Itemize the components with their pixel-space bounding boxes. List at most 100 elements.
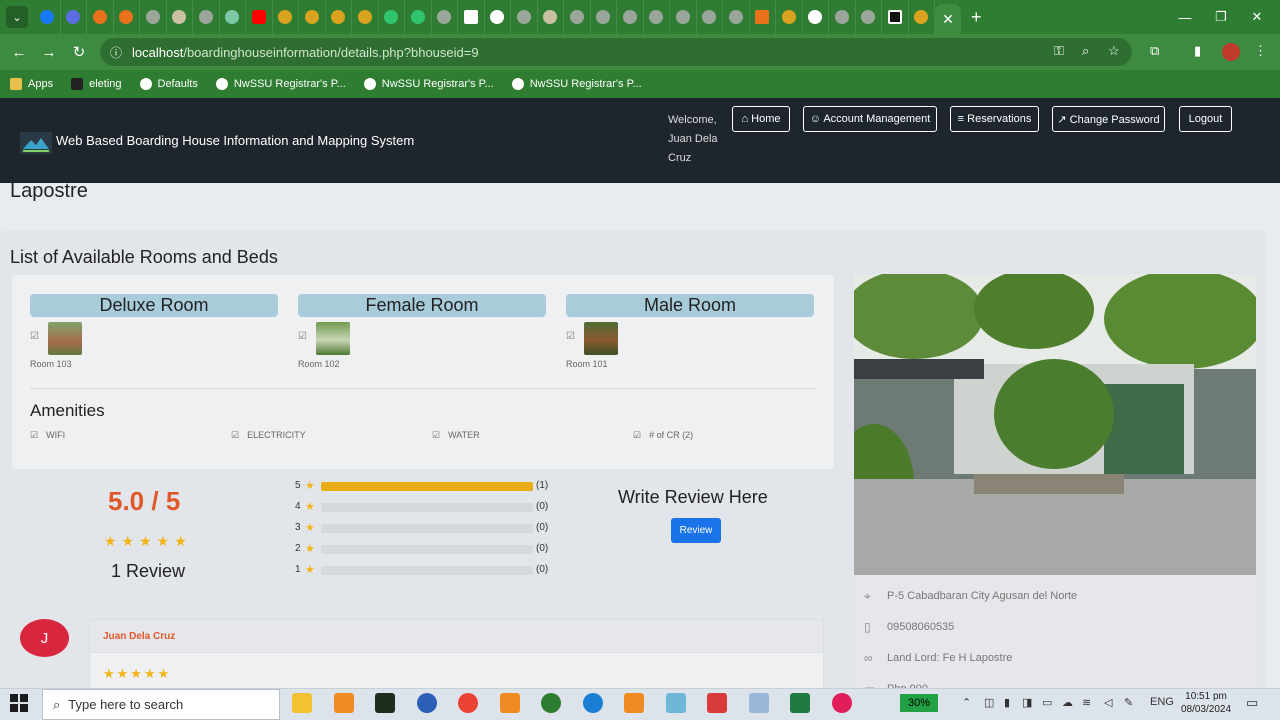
url-input[interactable]: ⓘ localhost/boardinghouseinformation/det… [100,38,1132,66]
bookmark-nwssu-2[interactable]: NwSSU Registrar's P... [363,78,494,90]
tab[interactable] [193,0,220,34]
tab[interactable] [405,0,432,34]
edge-icon[interactable] [583,693,603,713]
app-icon[interactable] [707,693,727,713]
tab-google[interactable] [803,0,829,34]
password-key-icon[interactable]: ⚿ [1054,43,1064,59]
tab[interactable] [432,0,458,34]
tab[interactable] [829,0,856,34]
tab[interactable] [776,0,803,34]
tab[interactable] [326,0,352,34]
taskbar-search-input[interactable]: ⌕ Type here to search [42,689,280,720]
side-panel-icon[interactable]: ▮ [1194,43,1201,59]
app-icon[interactable] [749,693,769,713]
change-password-button[interactable]: ↗ Change Password [1052,106,1165,132]
tab[interactable] [379,0,405,34]
tab[interactable] [591,0,617,34]
bookmark-apps[interactable]: Apps [10,78,53,90]
menu-icon[interactable]: ⋮ [1254,43,1267,59]
tab[interactable] [882,0,909,34]
battery-indicator[interactable]: 30% [900,694,938,712]
chrome-active-icon[interactable] [541,693,561,713]
close-window-icon[interactable]: ✕ [1234,0,1280,34]
tab[interactable] [61,0,87,34]
review-button[interactable]: Review [671,518,721,543]
tab[interactable] [617,0,644,34]
bookmark-eleting[interactable]: eleting [71,78,122,90]
extensions-icon[interactable]: ⧉ [1150,43,1159,59]
site-title[interactable]: Web Based Boarding House Information and… [56,133,414,148]
chrome-icon[interactable] [458,693,478,713]
logout-button[interactable]: Logout [1179,106,1232,132]
volume-icon[interactable]: ◁ [1104,696,1112,709]
tab[interactable] [750,0,776,34]
tab[interactable] [511,0,538,34]
sublime-icon[interactable] [500,693,520,713]
wifi-icon[interactable]: ≋ [1082,696,1091,709]
xampp-icon[interactable] [624,693,644,713]
checkbox-icon[interactable]: ☑ [30,331,39,342]
tab-facebook[interactable] [34,0,61,34]
tray-chevron-icon[interactable]: ⌃ [962,696,971,709]
tab[interactable] [458,0,485,34]
active-tab-close-icon[interactable]: ✕ [935,4,961,34]
forward-icon[interactable]: → [34,44,64,61]
pycharm-icon[interactable] [375,693,395,713]
room-thumbnail[interactable] [584,322,618,355]
site-info-icon[interactable]: ⓘ [110,44,122,61]
checkbox-icon[interactable]: ☑ [298,331,307,342]
back-icon[interactable]: ← [4,44,34,61]
tab[interactable] [909,0,935,34]
house-address: P-5 Cabadbaran City Agusan del Norte [887,590,1078,602]
tab[interactable] [87,0,114,34]
site-logo-icon[interactable] [20,132,52,154]
account-management-button[interactable]: ☺ Account Management [803,106,937,132]
tab[interactable] [723,0,750,34]
zoom-icon[interactable]: ⌕ [1082,43,1089,59]
profile-avatar[interactable] [1222,43,1240,61]
bookmark-nwssu-1[interactable]: NwSSU Registrar's P... [215,78,346,90]
tab[interactable] [114,0,140,34]
pen-icon[interactable]: ✎ [1124,696,1133,709]
tab[interactable] [697,0,723,34]
reload-icon[interactable]: ↻ [64,43,94,61]
tab[interactable] [670,0,697,34]
tab[interactable] [273,0,299,34]
tab[interactable] [352,0,379,34]
excel-icon[interactable] [790,693,810,713]
tab[interactable] [538,0,564,34]
windows-start-icon[interactable] [10,694,28,712]
home-button[interactable]: ⌂ Home [732,106,790,132]
bookmark-star-icon[interactable]: ☆ [1108,43,1120,59]
room-thumbnail[interactable] [48,322,82,355]
slack-icon[interactable] [832,693,852,713]
tab-google[interactable] [485,0,511,34]
microphone-icon[interactable]: ▮ [1004,696,1010,709]
xampp-icon[interactable] [334,693,354,713]
tab[interactable] [167,0,193,34]
tab-search-icon[interactable]: ⌄ [6,6,28,28]
tab[interactable] [220,0,246,34]
cloud-icon[interactable]: ☁ [1062,696,1073,709]
tray-icon[interactable]: ▭ [1042,696,1052,709]
tab[interactable] [856,0,882,34]
tab-youtube[interactable] [246,0,273,34]
notifications-icon[interactable]: ▭ [1246,695,1258,711]
app-icon[interactable] [666,693,686,713]
file-explorer-icon[interactable] [292,693,312,713]
language-indicator[interactable]: ENG [1150,696,1174,708]
tray-icon[interactable]: ◨ [1022,696,1032,709]
bookmark-defaults[interactable]: Defaults [139,78,198,90]
room-thumbnail[interactable] [316,322,350,355]
tab[interactable] [564,0,591,34]
app-icon[interactable] [417,693,437,713]
tray-icon[interactable]: ◫ [984,696,994,709]
tab[interactable] [140,0,167,34]
tab[interactable] [299,0,326,34]
tab[interactable] [644,0,670,34]
new-tab-icon[interactable]: + [971,7,982,28]
bookmark-nwssu-3[interactable]: NwSSU Registrar's P... [511,78,642,90]
clock[interactable]: 10:51 pm 08/03/2024 [1176,690,1236,716]
reservations-button[interactable]: ≡ Reservations [950,106,1039,132]
checkbox-icon[interactable]: ☑ [566,331,575,342]
